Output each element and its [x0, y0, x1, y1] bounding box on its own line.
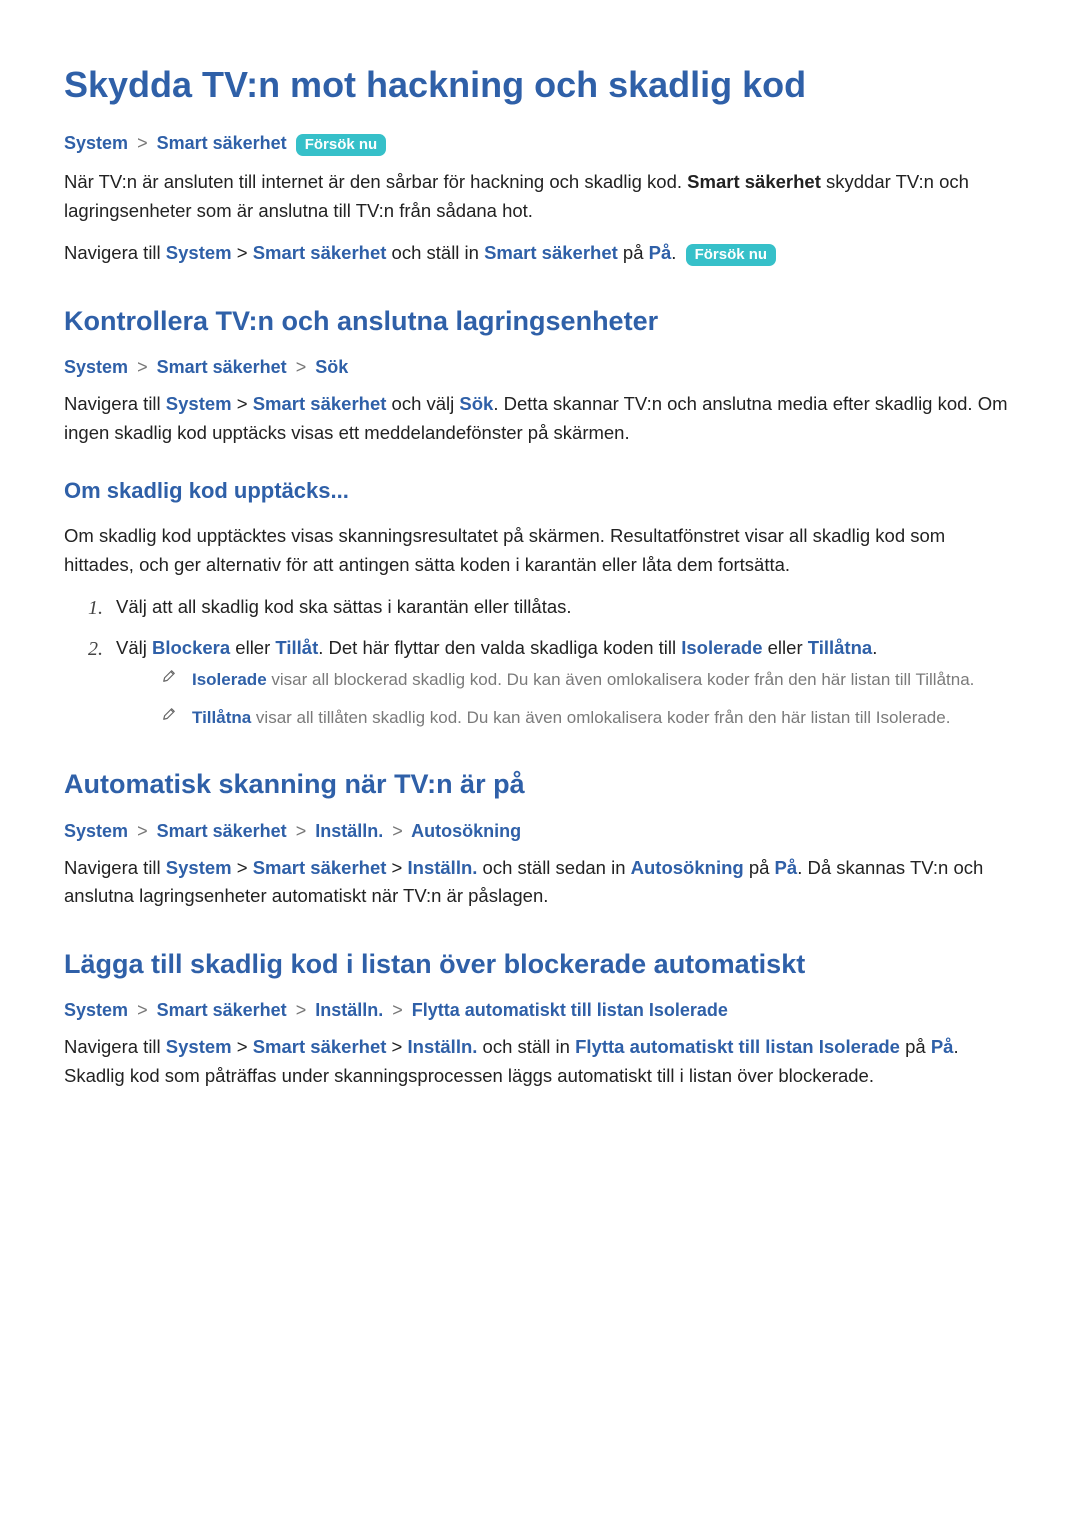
subsection-detected-title: Om skadlig kod upptäcks... — [64, 477, 1016, 506]
list-item: Välj att all skadlig kod ska sättas i ka… — [88, 593, 1016, 622]
auto-paragraph: Navigera till System > Smart säkerhet > … — [64, 854, 1016, 911]
path-part-smart-sakerhet: Smart säkerhet — [157, 1000, 287, 1020]
pencil-icon — [162, 707, 176, 721]
list-item: Tillåtna visar all tillåten skadlig kod.… — [162, 705, 1016, 731]
path-part-smart-sakerhet: Smart säkerhet — [157, 133, 287, 153]
text: och välj — [386, 393, 459, 414]
check-paragraph-1: Navigera till System > Smart säkerhet oc… — [64, 390, 1016, 447]
text: Navigera till — [64, 1036, 166, 1057]
text: och ställ sedan in — [477, 857, 630, 878]
path-part-system: System — [64, 357, 128, 377]
list-item: Välj Blockera eller Tillåt. Det här flyt… — [88, 634, 1016, 731]
try-now-badge[interactable]: Försök nu — [296, 134, 387, 156]
text: och ställ in — [386, 242, 484, 263]
text: . Det här flyttar den valda skadliga kod… — [318, 637, 681, 658]
link-flytta-isolerade: Flytta automatiskt till listan Isolerade — [575, 1036, 900, 1057]
path-separator: > — [292, 1000, 311, 1020]
intro-paragraph-1: När TV:n är ansluten till internet är de… — [64, 168, 1016, 225]
pencil-icon — [162, 669, 176, 683]
path-part-installn: Inställn. — [315, 1000, 383, 1020]
path-separator: > — [292, 357, 311, 377]
link-system: System — [166, 857, 232, 878]
text: > — [386, 857, 407, 878]
path-part-flytta-isolerade: Flytta automatiskt till listan Isolerade — [412, 1000, 728, 1020]
path-part-autosokning: Autosökning — [411, 821, 521, 841]
path-separator: > — [388, 1000, 407, 1020]
path-part-system: System — [64, 133, 128, 153]
path-intro: System > Smart säkerhet Försök nu — [64, 133, 1016, 156]
text: eller — [763, 637, 808, 658]
text: och ställ in — [477, 1036, 575, 1057]
path-part-system: System — [64, 1000, 128, 1020]
text: > — [386, 1036, 407, 1057]
path-separator: > — [292, 821, 311, 841]
section-check-title: Kontrollera TV:n och anslutna lagringsen… — [64, 304, 1016, 339]
page-title: Skydda TV:n mot hackning och skadlig kod — [64, 62, 1016, 107]
text: . — [872, 637, 877, 658]
path-auto: System > Smart säkerhet > Inställn. > Au… — [64, 821, 1016, 842]
steps-list: Välj att all skadlig kod ska sättas i ka… — [64, 593, 1016, 731]
text: på — [744, 857, 775, 878]
path-separator: > — [133, 357, 152, 377]
section-auto-title: Automatisk skanning när TV:n är på — [64, 767, 1016, 802]
text: > — [232, 1036, 253, 1057]
link-system: System — [166, 242, 232, 263]
path-separator: > — [133, 1000, 152, 1020]
link-smart-sakerhet: Smart säkerhet — [253, 857, 387, 878]
path-part-installn: Inställn. — [315, 821, 383, 841]
text: Välj — [116, 637, 152, 658]
path-part-smart-sakerhet: Smart säkerhet — [157, 821, 287, 841]
link-tillatna: Tillåtna — [808, 637, 872, 658]
link-on: På — [649, 242, 672, 263]
link-tillat: Tillåt — [275, 637, 318, 658]
text: Navigera till — [64, 242, 166, 263]
path-part-system: System — [64, 821, 128, 841]
text: När TV:n är ansluten till internet är de… — [64, 171, 687, 192]
link-system: System — [166, 1036, 232, 1057]
link-blockera: Blockera — [152, 637, 230, 658]
link-autosokning: Autosökning — [631, 857, 744, 878]
link-on: På — [931, 1036, 954, 1057]
note-2-text: visar all tillåten skadlig kod. Du kan ä… — [251, 708, 950, 727]
text: > — [232, 393, 253, 414]
link-smart-sakerhet: Smart säkerhet — [253, 1036, 387, 1057]
text: Navigera till — [64, 857, 166, 878]
text: . — [671, 242, 676, 263]
intro-paragraph-2: Navigera till System > Smart säkerhet oc… — [64, 239, 1016, 268]
try-now-badge[interactable]: Försök nu — [686, 244, 777, 266]
path-part-sok: Sök — [315, 357, 348, 377]
document-page: Skydda TV:n mot hackning och skadlig kod… — [0, 0, 1080, 1527]
link-smart-sakerhet: Smart säkerhet — [253, 393, 387, 414]
path-block: System > Smart säkerhet > Inställn. > Fl… — [64, 1000, 1016, 1021]
text: > — [232, 857, 253, 878]
link-installn: Inställn. — [408, 1036, 478, 1057]
detected-paragraph: Om skadlig kod upptäcktes visas skanning… — [64, 522, 1016, 579]
step-1-text: Välj att all skadlig kod ska sättas i ka… — [116, 596, 572, 617]
link-on: På — [775, 857, 798, 878]
text: eller — [230, 637, 275, 658]
link-sok: Sök — [459, 393, 493, 414]
note-2-title: Tillåtna — [192, 708, 251, 727]
bold-smart-sakerhet: Smart säkerhet — [687, 171, 821, 192]
list-item: Isolerade visar all blockerad skadlig ko… — [162, 667, 1016, 693]
link-smart-sakerhet-2: Smart säkerhet — [484, 242, 618, 263]
section-block-title: Lägga till skadlig kod i listan över blo… — [64, 947, 1016, 982]
path-part-smart-sakerhet: Smart säkerhet — [157, 357, 287, 377]
text: > — [232, 242, 253, 263]
text: på — [618, 242, 649, 263]
note-list: Isolerade visar all blockerad skadlig ko… — [116, 667, 1016, 732]
text: på — [900, 1036, 931, 1057]
link-isolerade: Isolerade — [681, 637, 762, 658]
note-1-title: Isolerade — [192, 670, 267, 689]
path-separator: > — [388, 821, 407, 841]
link-installn: Inställn. — [408, 857, 478, 878]
path-check: System > Smart säkerhet > Sök — [64, 357, 1016, 378]
path-separator: > — [133, 133, 152, 153]
block-paragraph: Navigera till System > Smart säkerhet > … — [64, 1033, 1016, 1090]
link-smart-sakerhet: Smart säkerhet — [253, 242, 387, 263]
text: Navigera till — [64, 393, 166, 414]
note-1-text: visar all blockerad skadlig kod. Du kan … — [267, 670, 975, 689]
path-separator: > — [133, 821, 152, 841]
link-system: System — [166, 393, 232, 414]
